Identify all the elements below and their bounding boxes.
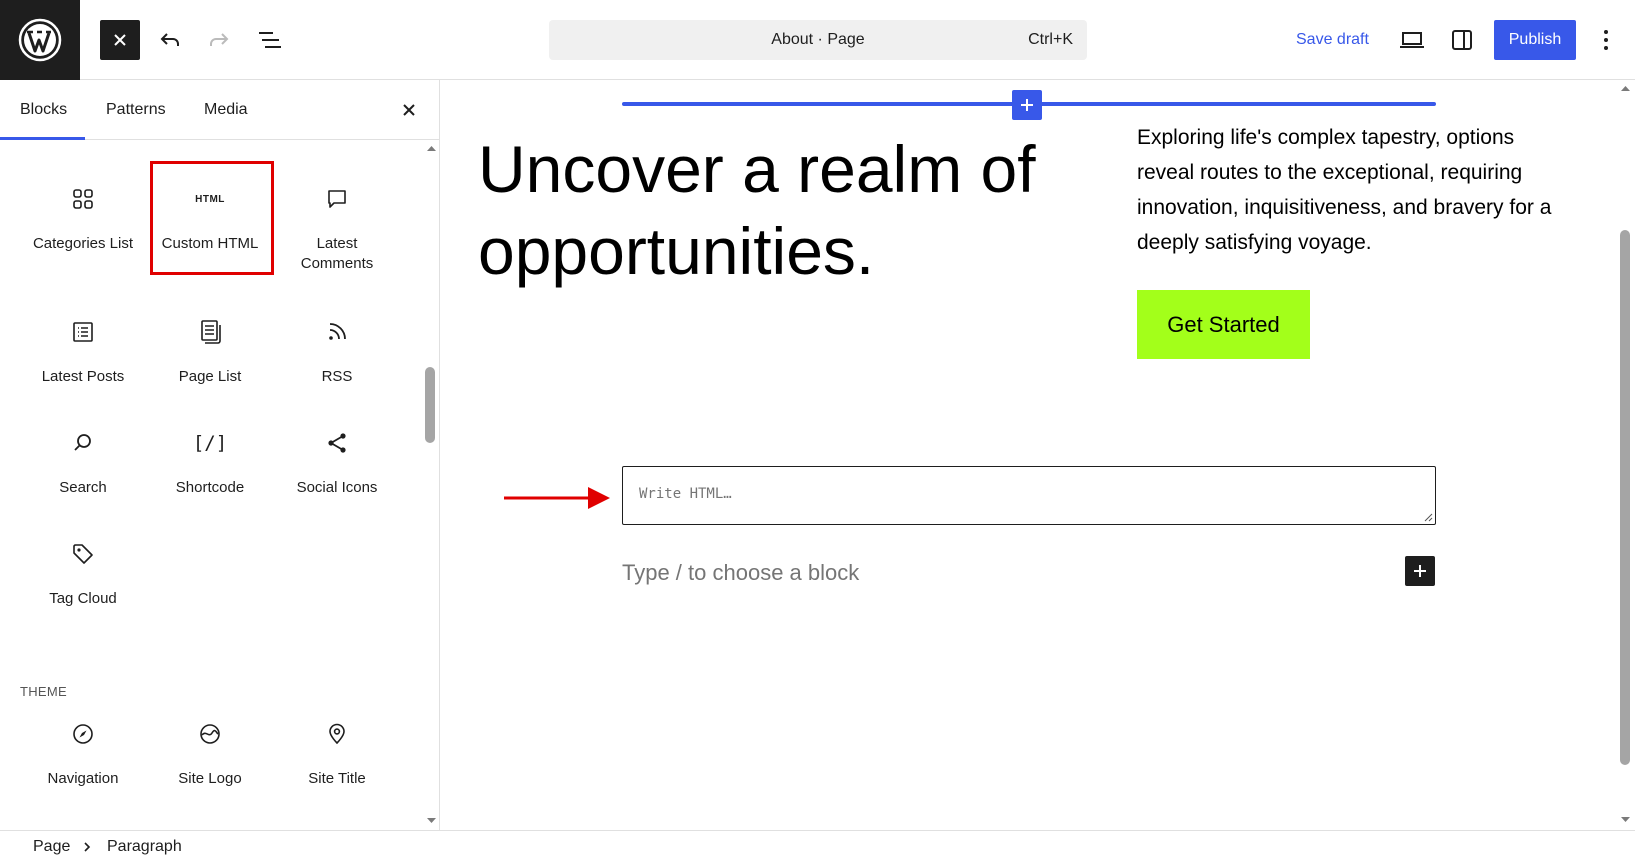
wordpress-logo[interactable]	[0, 0, 80, 80]
inserter-tabs: Blocks Patterns Media	[0, 80, 439, 140]
block-label: Site Logo	[178, 770, 242, 787]
compass-icon	[73, 724, 93, 744]
options-button[interactable]	[1586, 20, 1626, 60]
wordpress-icon	[18, 18, 62, 62]
block-navigation[interactable]: Navigation	[20, 719, 146, 789]
scroll-down-arrow-icon	[427, 818, 436, 823]
theme-section-heading: THEME	[20, 684, 67, 699]
shortcode-icon: [/]	[192, 432, 228, 454]
custom-html-block[interactable]: Write HTML…	[622, 466, 1436, 525]
tag-icon	[73, 544, 93, 564]
map-pin-icon	[329, 723, 345, 745]
block-social-icons[interactable]: Social Icons	[274, 428, 400, 498]
block-tag-cloud[interactable]: Tag Cloud	[20, 539, 146, 609]
command-palette-bar[interactable]: About · Page Ctrl+K	[549, 20, 1087, 60]
list-icon	[73, 322, 93, 342]
chevron-right-icon	[84, 842, 91, 852]
tab-patterns[interactable]: Patterns	[106, 101, 166, 119]
block-label: Latest Comments	[300, 235, 374, 272]
block-categories-list[interactable]: Categories List	[20, 184, 146, 254]
block-site-logo[interactable]: Site Logo	[147, 719, 273, 789]
insert-block-button[interactable]	[1012, 90, 1042, 120]
plus-icon	[1021, 99, 1033, 111]
search-icon	[74, 434, 91, 451]
document-overview-button[interactable]	[250, 20, 290, 60]
resize-handle-icon[interactable]	[1423, 512, 1433, 522]
hero-paragraph[interactable]: Exploring life's complex tapestry, optio…	[1137, 120, 1577, 260]
block-page-list[interactable]: Page List	[147, 317, 273, 387]
sidebar-scrollbar[interactable]	[423, 140, 439, 830]
block-search[interactable]: Search	[20, 428, 146, 498]
block-label: Search	[59, 479, 107, 496]
undo-button[interactable]	[150, 20, 190, 60]
undo-icon	[160, 33, 179, 46]
settings-sidebar-icon	[1452, 30, 1472, 50]
active-tab-indicator	[0, 137, 85, 140]
block-inserter-panel: Blocks Patterns Media Categories List HT…	[0, 80, 440, 830]
red-arrow-annotation	[504, 487, 610, 509]
close-icon	[114, 34, 126, 46]
tab-blocks[interactable]: Blocks	[20, 101, 67, 119]
redo-button[interactable]	[199, 20, 239, 60]
desktop-preview-icon	[1400, 32, 1424, 48]
page-list-icon	[201, 320, 221, 344]
get-started-button[interactable]: Get Started	[1137, 290, 1310, 359]
categories-icon	[73, 189, 93, 209]
block-appender-placeholder[interactable]: Type / to choose a block	[622, 560, 859, 586]
block-label: Page List	[178, 368, 242, 385]
rss-icon	[329, 323, 346, 340]
document-title: About · Page	[771, 31, 865, 48]
block-label: RSS	[321, 368, 353, 385]
canvas-scrollbar-thumb[interactable]	[1620, 230, 1630, 765]
block-rss[interactable]: RSS	[274, 317, 400, 387]
tab-media[interactable]: Media	[204, 101, 248, 119]
redo-icon	[210, 33, 229, 46]
scroll-up-arrow-icon	[427, 146, 436, 151]
block-latest-posts[interactable]: Latest Posts	[20, 317, 146, 387]
block-label: Navigation	[47, 770, 119, 787]
close-icon	[403, 104, 415, 116]
hero-heading[interactable]: Uncover a realm of opportunities.	[478, 128, 1078, 292]
save-draft-button[interactable]: Save draft	[1296, 31, 1369, 49]
breadcrumb-paragraph[interactable]: Paragraph	[107, 838, 182, 856]
block-shortcode[interactable]: [/] Shortcode	[147, 428, 273, 498]
block-site-title[interactable]: Site Title	[274, 719, 400, 789]
block-label: Social Icons	[296, 479, 378, 496]
preview-button[interactable]	[1392, 20, 1432, 60]
more-options-icon	[1604, 30, 1608, 50]
custom-html-highlight	[150, 161, 274, 275]
scroll-down-arrow-icon[interactable]	[1617, 811, 1634, 828]
command-shortcut: Ctrl+K	[1028, 31, 1073, 48]
settings-sidebar-button[interactable]	[1442, 20, 1482, 60]
block-breadcrumb: Page Paragraph	[0, 830, 1635, 860]
block-label: Shortcode	[175, 479, 245, 496]
breadcrumb-page[interactable]: Page	[33, 838, 70, 856]
block-label: Latest Posts	[41, 368, 125, 385]
scroll-up-arrow-icon[interactable]	[1617, 80, 1634, 97]
add-block-button[interactable]	[1405, 556, 1435, 586]
share-icon	[328, 433, 346, 453]
editor-canvas[interactable]: Uncover a realm of opportunities. Explor…	[440, 80, 1635, 830]
editor-header: About · Page Ctrl+K Save draft Publish	[0, 0, 1635, 80]
block-latest-comments[interactable]: Latest Comments	[274, 184, 400, 274]
plus-icon	[1414, 565, 1426, 577]
block-label: Tag Cloud	[49, 590, 117, 607]
toggle-block-inserter-button[interactable]	[100, 20, 140, 60]
block-label: Site Title	[308, 770, 366, 787]
site-logo-icon	[200, 724, 220, 744]
block-label: Categories List	[32, 235, 134, 252]
html-placeholder: Write HTML…	[639, 486, 732, 502]
sidebar-scrollbar-thumb[interactable]	[425, 367, 435, 443]
document-overview-icon	[259, 32, 281, 48]
publish-button[interactable]: Publish	[1494, 20, 1576, 60]
close-inserter-button[interactable]	[396, 97, 422, 123]
comment-icon	[328, 190, 346, 208]
